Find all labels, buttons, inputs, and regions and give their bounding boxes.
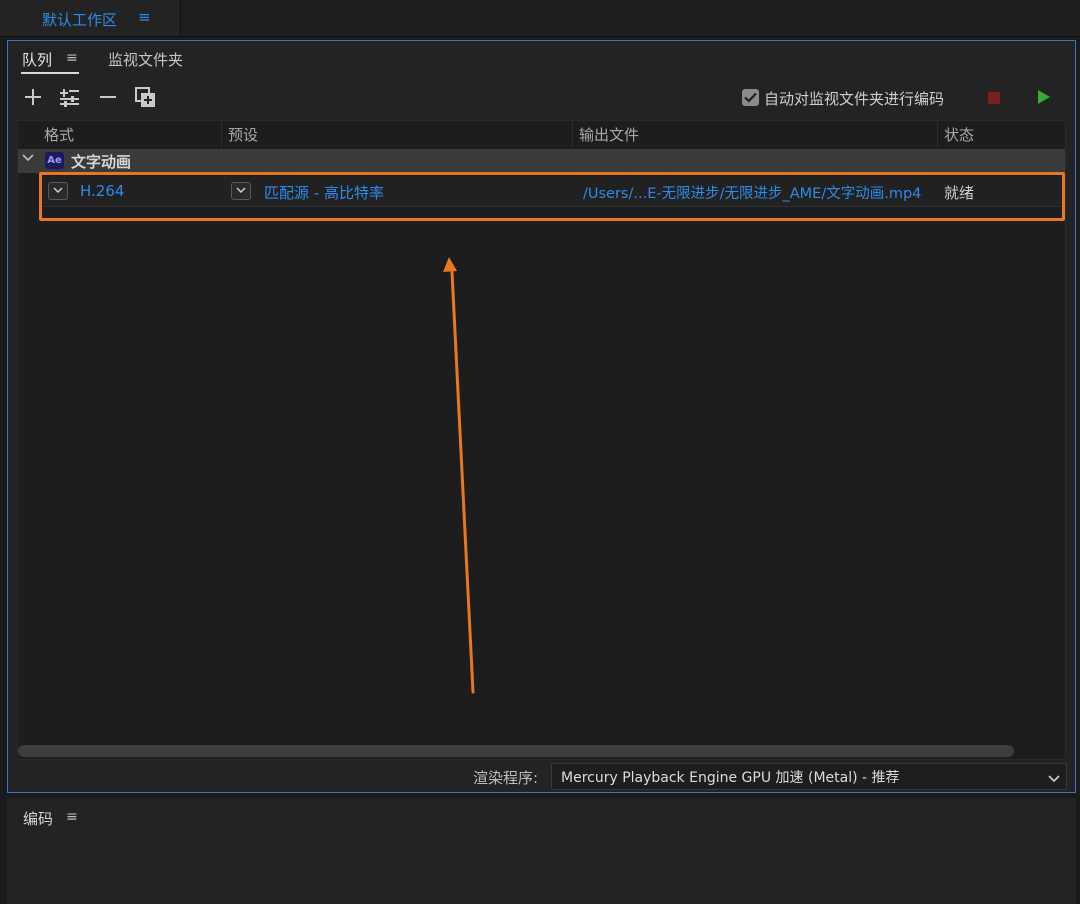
encoding-panel (7, 798, 1076, 904)
encoding-panel-title[interactable]: 编码 (23, 808, 53, 829)
encoding-menu-icon[interactable]: ≡ (66, 809, 78, 825)
renderer-label: 渲染程序: (473, 769, 539, 787)
renderer-value[interactable]: Mercury Playback Engine GPU 加速 (Metal) -… (561, 767, 900, 787)
chevron-down-icon[interactable] (1048, 769, 1060, 787)
horizontal-scrollbar[interactable] (18, 745, 1014, 757)
